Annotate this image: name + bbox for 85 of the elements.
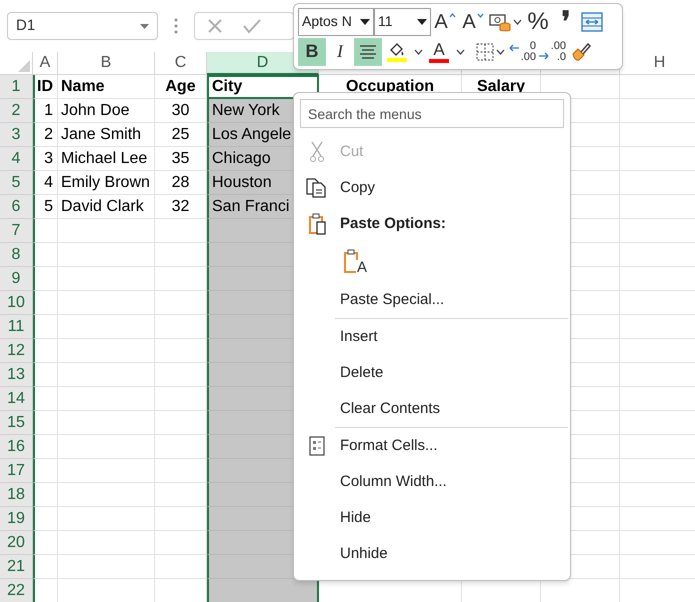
- menu-item[interactable]: Paste Special...: [294, 282, 570, 318]
- scissors-icon: [310, 141, 324, 163]
- align-center-icon: [359, 44, 377, 60]
- row-header[interactable]: 1: [0, 75, 33, 99]
- grip-icon: [174, 18, 178, 34]
- menu-item[interactable]: Hide: [294, 500, 570, 536]
- format-cells-icon: [309, 436, 325, 456]
- center-align-button[interactable]: [354, 38, 382, 66]
- font-size: 11: [378, 12, 393, 31]
- caret-up-icon: [448, 12, 456, 18]
- column-heading: ID: [33, 75, 58, 99]
- arrow-right-icon: [538, 52, 550, 60]
- caret-icon: [360, 18, 370, 24]
- row-header[interactable]: 14: [0, 387, 33, 411]
- row-header[interactable]: 20: [0, 531, 33, 555]
- font-name: Aptos N: [302, 12, 352, 31]
- menu-item[interactable]: Format Cells...: [294, 428, 570, 464]
- row-header[interactable]: 10: [0, 291, 33, 315]
- row-header[interactable]: 2: [0, 99, 33, 123]
- row-header[interactable]: 17: [0, 459, 33, 483]
- percent-button[interactable]: %: [523, 8, 553, 36]
- row-header[interactable]: 12: [0, 339, 33, 363]
- row-header[interactable]: 3: [0, 123, 33, 147]
- column-header[interactable]: A: [33, 52, 58, 75]
- decrease-decimal-button[interactable]: .00 .0: [536, 38, 566, 66]
- paste-values-button[interactable]: A: [342, 248, 368, 276]
- row-header[interactable]: 19: [0, 507, 33, 531]
- caret-down-icon: [476, 12, 484, 18]
- bold-button[interactable]: B: [298, 38, 326, 66]
- row-header[interactable]: 9: [0, 267, 33, 291]
- table-cell: Michael Lee: [58, 147, 155, 171]
- column-heading: Age: [155, 75, 207, 99]
- row-header[interactable]: 8: [0, 243, 33, 267]
- table-cell: Emily Brown: [58, 171, 155, 195]
- name-box[interactable]: D1: [7, 12, 158, 40]
- row-header[interactable]: 21: [0, 555, 33, 579]
- borders-icon[interactable]: [476, 42, 494, 60]
- arrow-left-icon: [508, 44, 520, 52]
- column-header[interactable]: B: [58, 52, 155, 75]
- font-size-dropdown[interactable]: 11: [374, 8, 431, 36]
- table-cell: Jane Smith: [58, 123, 155, 147]
- menu-item[interactable]: Unhide: [294, 536, 570, 572]
- row-header[interactable]: 22: [0, 579, 33, 602]
- caret-icon[interactable]: [414, 48, 422, 54]
- table-cell: David Clark: [58, 195, 155, 219]
- increase-decimal-button[interactable]: 0 .00: [506, 38, 536, 66]
- table-cell: 5: [33, 195, 58, 219]
- row-header[interactable]: 5: [0, 171, 33, 195]
- row-header[interactable]: 16: [0, 435, 33, 459]
- menu-item[interactable]: Clear Contents: [294, 391, 570, 427]
- row-header[interactable]: 7: [0, 219, 33, 243]
- wrap-text-icon[interactable]: [581, 12, 603, 32]
- caret-icon: [417, 18, 427, 24]
- increase-font-button[interactable]: A: [431, 8, 459, 36]
- row-header[interactable]: 13: [0, 363, 33, 387]
- row-header[interactable]: 11: [0, 315, 33, 339]
- font-dropdown[interactable]: Aptos N: [298, 8, 374, 36]
- column-header[interactable]: C: [155, 52, 207, 75]
- table-cell: John Doe: [58, 99, 155, 123]
- comma-button[interactable]: ❜: [553, 8, 579, 36]
- italic-button[interactable]: I: [326, 38, 354, 66]
- copy-icon: [306, 178, 328, 198]
- row-header[interactable]: 18: [0, 483, 33, 507]
- column-heading: Name: [58, 75, 155, 99]
- caret-icon[interactable]: [512, 18, 522, 24]
- menu-item[interactable]: Delete: [294, 355, 570, 391]
- menu-item[interactable]: Column Width...: [294, 464, 570, 500]
- row-header[interactable]: 4: [0, 147, 33, 171]
- caret-icon: [140, 24, 149, 28]
- table-cell: 1: [33, 99, 58, 123]
- table-cell: 2: [33, 123, 58, 147]
- search-field[interactable]: Search the menus: [300, 99, 564, 128]
- row-header[interactable]: 6: [0, 195, 33, 219]
- decrease-font-button[interactable]: A: [459, 8, 487, 36]
- row-header[interactable]: 15: [0, 411, 33, 435]
- table-cell: 3: [33, 147, 58, 171]
- table-cell: 4: [33, 171, 58, 195]
- font-color-button[interactable]: A: [424, 38, 454, 66]
- section-heading: Paste Options:: [340, 214, 446, 234]
- format-painter-icon[interactable]: [570, 42, 592, 62]
- caret-icon[interactable]: [496, 48, 504, 54]
- menu-item[interactable]: Insert: [294, 319, 570, 355]
- clipboard-icon: [307, 213, 327, 235]
- name-box-value: D1: [16, 16, 36, 36]
- caret-icon[interactable]: [456, 48, 464, 54]
